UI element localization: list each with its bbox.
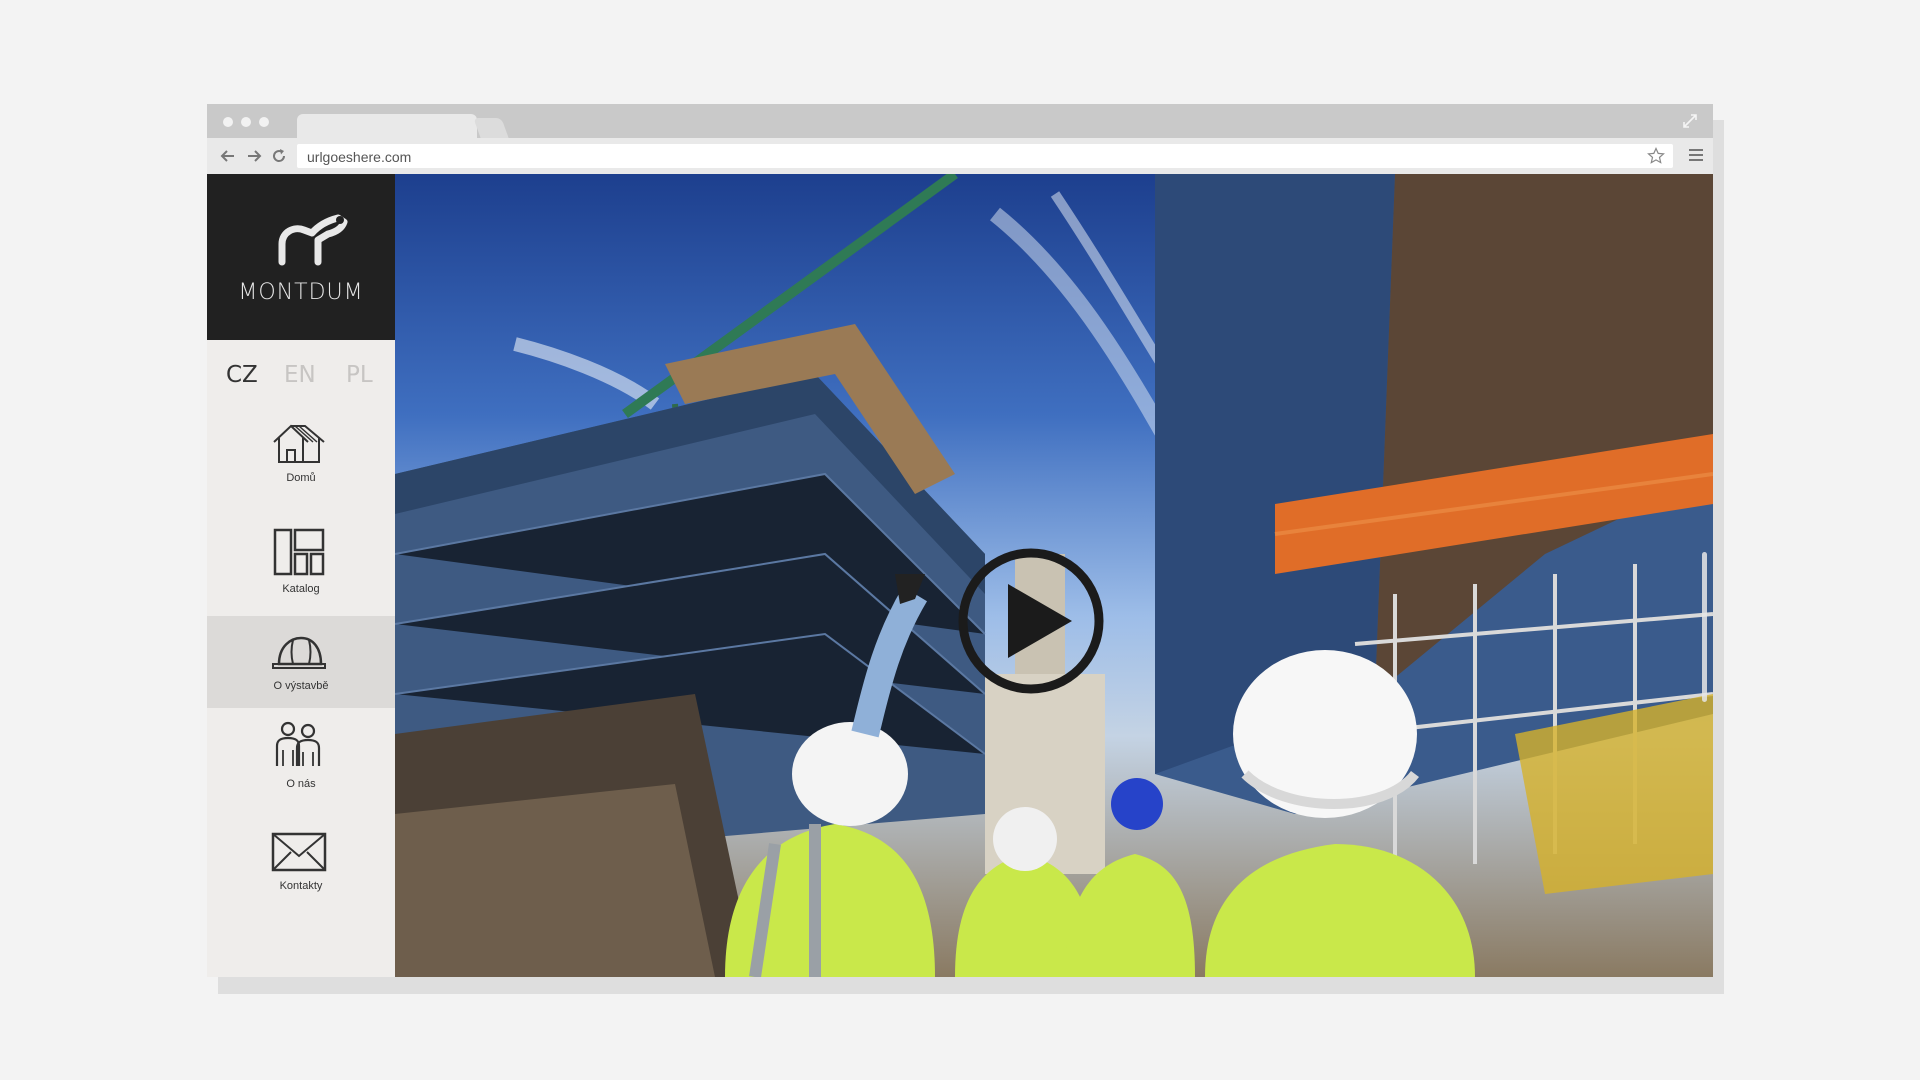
brand-name: MONTDUM bbox=[238, 280, 364, 305]
back-arrow-icon[interactable] bbox=[219, 147, 237, 165]
menu-icon[interactable] bbox=[1689, 148, 1703, 162]
forward-arrow-icon[interactable] bbox=[245, 147, 263, 165]
browser-tab[interactable] bbox=[297, 114, 477, 138]
sidebar-item-home[interactable]: Domů bbox=[207, 410, 395, 502]
home-icon bbox=[273, 424, 325, 463]
window-maximize-dot[interactable] bbox=[259, 117, 269, 127]
reload-icon[interactable] bbox=[270, 147, 288, 165]
sidebar-item-label: O nás bbox=[286, 778, 316, 790]
address-bar[interactable]: urlgoeshere.com bbox=[297, 144, 1673, 168]
lang-en[interactable]: EN bbox=[284, 362, 316, 388]
url-text: urlgoeshere.com bbox=[307, 149, 412, 165]
window-close-dot[interactable] bbox=[223, 117, 233, 127]
sidebar-item-label: Domů bbox=[286, 472, 316, 484]
envelope-icon bbox=[271, 832, 327, 872]
window-minimize-dot[interactable] bbox=[241, 117, 251, 127]
sidebar-item-label: Katalog bbox=[282, 583, 320, 595]
sidebar-item-label: Kontakty bbox=[279, 880, 323, 892]
hardhat-icon bbox=[272, 636, 326, 669]
hero-video[interactable] bbox=[395, 174, 1713, 977]
logo-block[interactable]: MONTDUM bbox=[207, 174, 395, 340]
browser-window: urlgoeshere.com MONTDUM CZ EN PL Domů Ka… bbox=[207, 104, 1713, 977]
sidebar-item-contacts[interactable]: Kontakty bbox=[207, 822, 395, 914]
star-icon[interactable] bbox=[1647, 147, 1665, 165]
sidebar-item-catalog[interactable]: Katalog bbox=[207, 520, 395, 612]
sidebar: MONTDUM CZ EN PL Domů Katalog O výstavbě… bbox=[207, 174, 395, 977]
catalog-grid-icon bbox=[273, 528, 325, 576]
play-icon[interactable] bbox=[956, 546, 1106, 696]
sidebar-item-about[interactable]: O nás bbox=[207, 714, 395, 806]
sidebar-item-construction[interactable]: O výstavbě bbox=[207, 616, 395, 708]
lang-cz[interactable]: CZ bbox=[226, 362, 258, 388]
lang-pl[interactable]: PL bbox=[346, 362, 373, 388]
new-tab-button[interactable] bbox=[473, 118, 509, 138]
logo-hook-icon bbox=[278, 214, 348, 266]
browser-tab-bar bbox=[207, 104, 1713, 138]
language-switcher: CZ EN PL bbox=[207, 362, 395, 392]
scroll-indicator[interactable] bbox=[1702, 552, 1707, 702]
sidebar-item-label: O výstavbě bbox=[273, 680, 329, 692]
people-icon bbox=[275, 721, 321, 766]
expand-icon[interactable] bbox=[1681, 112, 1699, 130]
browser-nav-bar: urlgoeshere.com bbox=[207, 138, 1713, 174]
